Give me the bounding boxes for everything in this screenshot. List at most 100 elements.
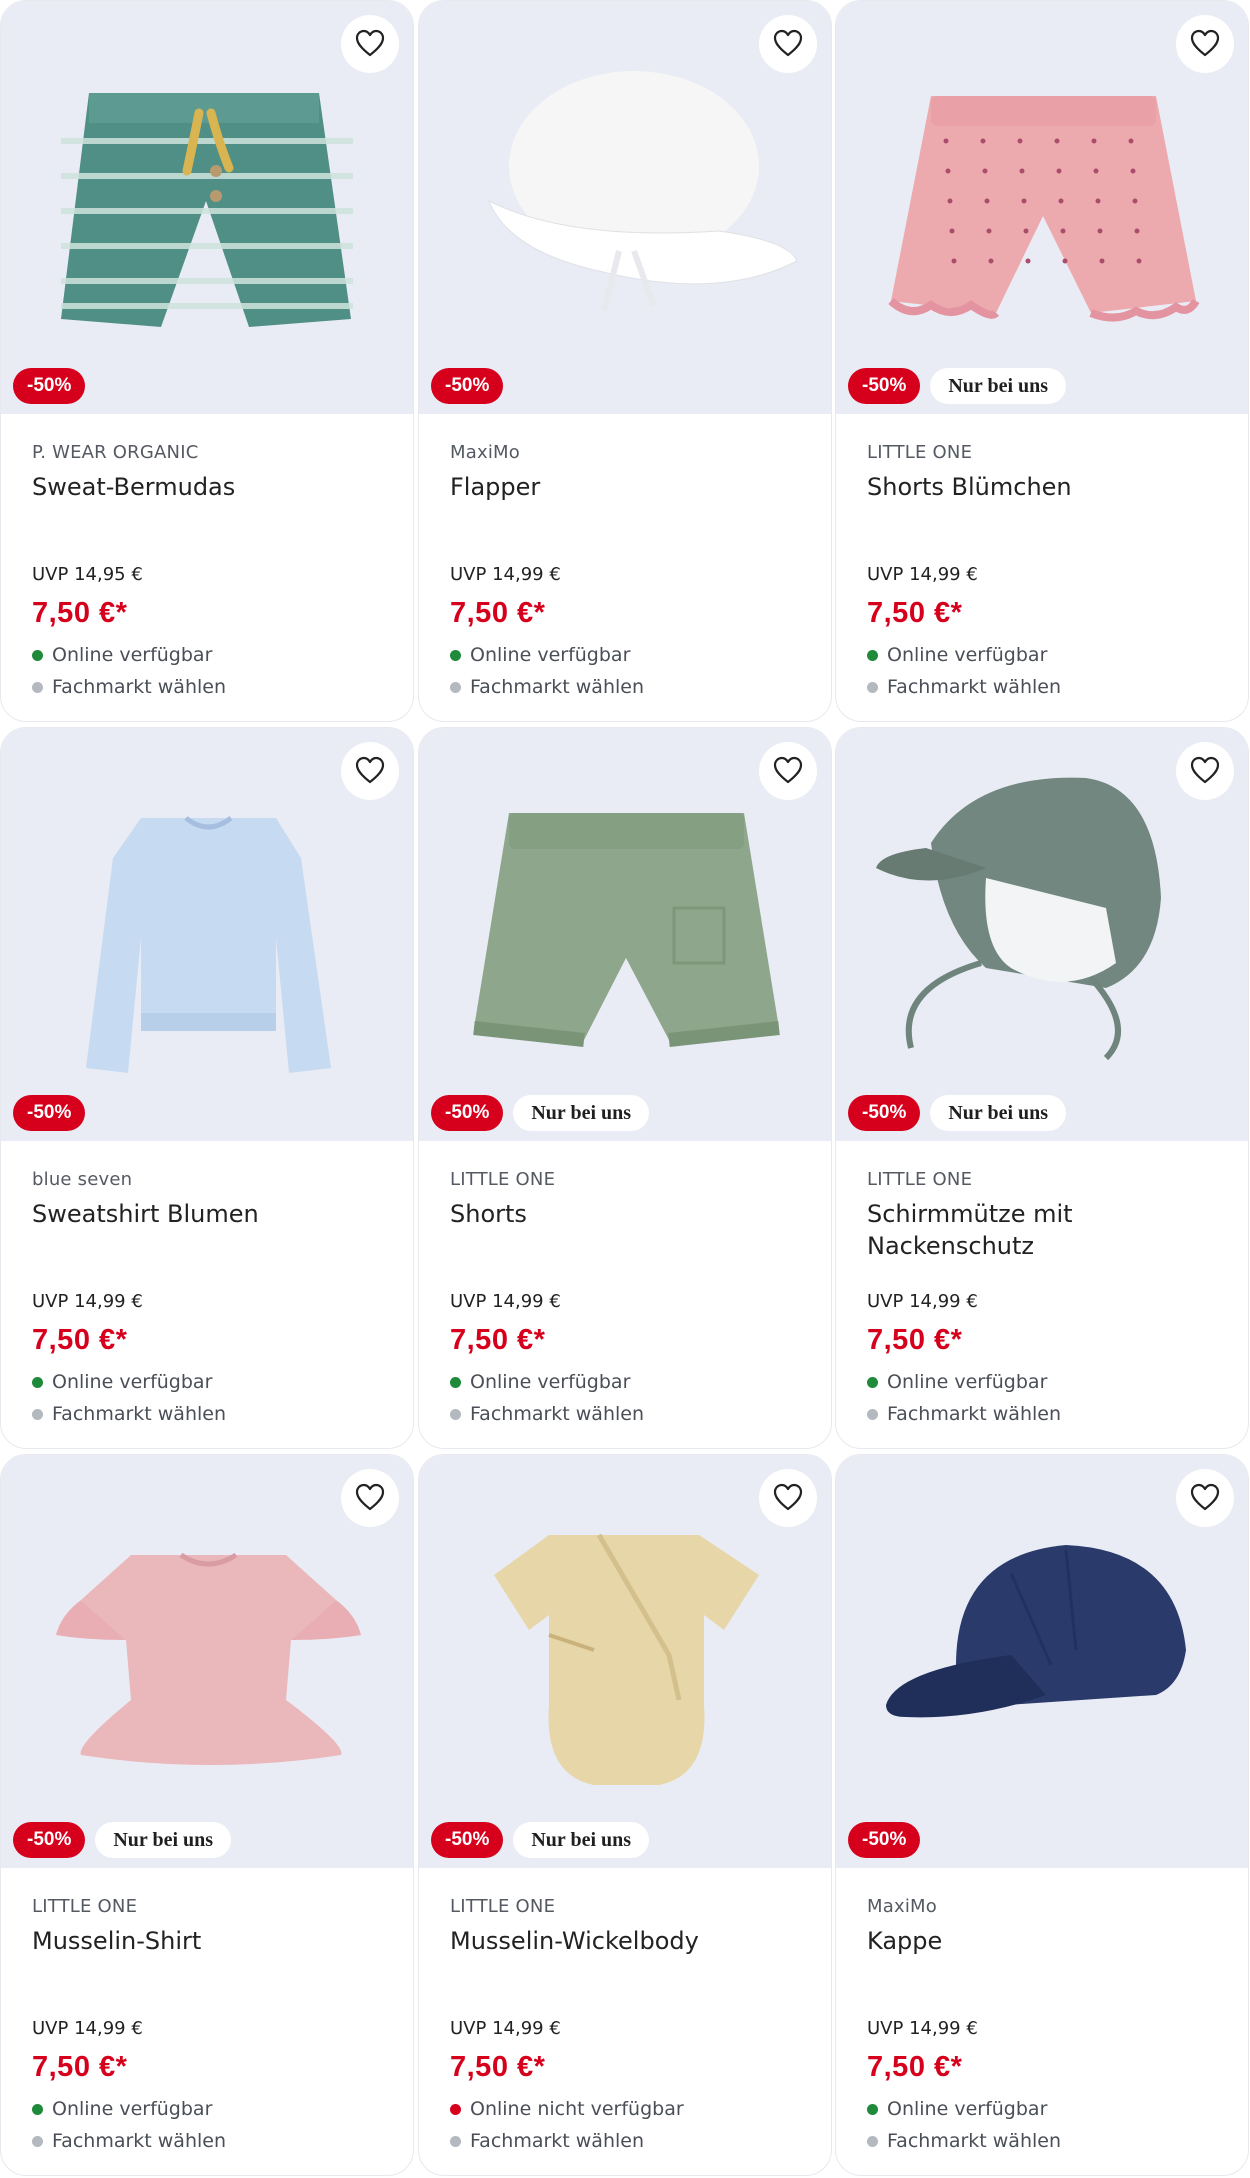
product-info: LITTLE ONE Musselin-Wickelbody [450,1895,811,1957]
product-image[interactable]: -50% Nur bei uns [419,728,831,1141]
store-select-link[interactable]: Fachmarkt wählen [32,2130,226,2152]
store-select-link[interactable]: Fachmarkt wählen [450,1403,644,1425]
availability-dot-icon [450,1376,461,1388]
uvp-price: UVP 14,95 € [32,564,143,585]
product-info: P. WEAR ORGANIC Sweat-Bermudas [32,441,393,503]
sale-price: 7,50 €* [450,1324,546,1356]
product-brand: P. WEAR ORGANIC [32,442,199,463]
product-name[interactable]: Flapper [450,471,811,503]
product-brand: LITTLE ONE [867,442,973,463]
product-name[interactable]: Shorts [450,1198,811,1230]
store-select-link[interactable]: Fachmarkt wählen [867,1403,1061,1425]
product-image[interactable]: -50% Nur bei uns [836,1,1248,414]
discount-badge: -50% [13,1822,86,1858]
sale-price: 7,50 €* [450,2051,546,2083]
availability-label: Online verfügbar [52,1371,213,1393]
heart-outline-icon [1190,1483,1220,1514]
uvp-price: UVP 14,99 € [32,2018,143,2039]
product-card[interactable]: -50% Nur bei uns LITTLE ONE Musselin-Wic… [418,1454,832,2176]
product-card[interactable]: -50% Nur bei uns LITTLE ONE Musselin-Shi… [0,1454,414,2176]
uvp-price: UVP 14,99 € [450,2018,561,2039]
product-brand: blue seven [32,1169,133,1190]
availability-label: Online verfügbar [52,2098,213,2120]
product-brand: LITTLE ONE [32,1896,138,1917]
favorite-button[interactable] [341,15,399,73]
discount-badge: -50% [13,368,86,404]
heart-outline-icon [355,29,385,60]
favorite-button[interactable] [759,15,817,73]
product-name[interactable]: Schirmmütze mit Nackenschutz [867,1198,1228,1262]
store-dot-icon [450,2135,461,2147]
store-select-link[interactable]: Fachmarkt wählen [32,1403,226,1425]
product-image[interactable]: -50% [1,728,413,1141]
product-info: LITTLE ONE Shorts Blümchen [867,441,1228,503]
favorite-button[interactable] [1176,1469,1234,1527]
badge-row: -50% Nur bei uns [431,1095,650,1131]
product-card[interactable]: -50% blue seven Sweatshirt Blumen UVP 14… [0,727,414,1449]
online-availability: Online verfügbar [32,644,212,666]
exclusive-badge: Nur bei uns [513,1822,650,1858]
availability-label: Online verfügbar [887,1371,1048,1393]
product-name[interactable]: Sweat-Bermudas [32,471,393,503]
product-card[interactable]: -50% Nur bei uns LITTLE ONE Schirmmütze … [835,727,1249,1449]
store-select-link[interactable]: Fachmarkt wählen [450,676,644,698]
availability-dot-icon [867,649,878,661]
favorite-button[interactable] [1176,15,1234,73]
availability-label: Online verfügbar [887,644,1048,666]
favorite-button[interactable] [341,1469,399,1527]
product-name[interactable]: Shorts Blümchen [867,471,1228,503]
product-name[interactable]: Musselin-Wickelbody [450,1925,811,1957]
online-availability: Online verfügbar [867,2098,1047,2120]
online-availability: Online verfügbar [867,1371,1047,1393]
favorite-button[interactable] [759,742,817,800]
sale-price: 7,50 €* [32,597,128,629]
uvp-price: UVP 14,99 € [867,1291,978,1312]
availability-label: Online nicht verfügbar [470,2098,684,2120]
availability-dot-icon [450,649,461,661]
heart-outline-icon [773,1483,803,1514]
product-name[interactable]: Sweatshirt Blumen [32,1198,393,1230]
product-image[interactable]: -50% [1,1,413,414]
store-label: Fachmarkt wählen [52,676,227,698]
product-name[interactable]: Kappe [867,1925,1228,1957]
favorite-button[interactable] [759,1469,817,1527]
product-grid: -50% P. WEAR ORGANIC Sweat-Bermudas UVP … [0,0,1250,2178]
sale-price: 7,50 €* [867,2051,963,2083]
product-brand: MaxiMo [450,442,520,463]
favorite-button[interactable] [1176,742,1234,800]
product-card[interactable]: -50% Nur bei uns LITTLE ONE Shorts Blümc… [835,0,1249,722]
availability-dot-icon [867,1376,878,1388]
uvp-price: UVP 14,99 € [867,564,978,585]
store-label: Fachmarkt wählen [52,2130,227,2152]
product-card[interactable]: -50% Nur bei uns LITTLE ONE Shorts UVP 1… [418,727,832,1449]
product-info: MaxiMo Flapper [450,441,811,503]
store-select-link[interactable]: Fachmarkt wählen [32,676,226,698]
product-image[interactable]: -50% Nur bei uns [836,728,1248,1141]
product-name[interactable]: Musselin-Shirt [32,1925,393,1957]
uvp-price: UVP 14,99 € [867,2018,978,2039]
product-brand: LITTLE ONE [450,1896,556,1917]
online-availability: Online verfügbar [32,2098,212,2120]
store-label: Fachmarkt wählen [470,676,645,698]
badge-row: -50% Nur bei uns [431,1822,650,1858]
product-card[interactable]: -50% MaxiMo Flapper UVP 14,99 € 7,50 €* … [418,0,832,722]
availability-label: Online verfügbar [52,644,213,666]
store-dot-icon [867,681,878,693]
store-dot-icon [867,2135,878,2147]
product-image[interactable]: -50% [836,1455,1248,1868]
favorite-button[interactable] [341,742,399,800]
product-card[interactable]: -50% P. WEAR ORGANIC Sweat-Bermudas UVP … [0,0,414,722]
online-availability: Online verfügbar [32,1371,212,1393]
store-label: Fachmarkt wählen [52,1403,227,1425]
store-select-link[interactable]: Fachmarkt wählen [450,2130,644,2152]
product-card[interactable]: -50% MaxiMo Kappe UVP 14,99 € 7,50 €* On… [835,1454,1249,2176]
product-image[interactable]: -50% [419,1,831,414]
availability-label: Online verfügbar [470,1371,631,1393]
store-select-link[interactable]: Fachmarkt wählen [867,676,1061,698]
badge-row: -50% Nur bei uns [13,1822,232,1858]
product-info: LITTLE ONE Musselin-Shirt [32,1895,393,1957]
store-select-link[interactable]: Fachmarkt wählen [867,2130,1061,2152]
product-image[interactable]: -50% Nur bei uns [1,1455,413,1868]
heart-outline-icon [773,29,803,60]
product-image[interactable]: -50% Nur bei uns [419,1455,831,1868]
